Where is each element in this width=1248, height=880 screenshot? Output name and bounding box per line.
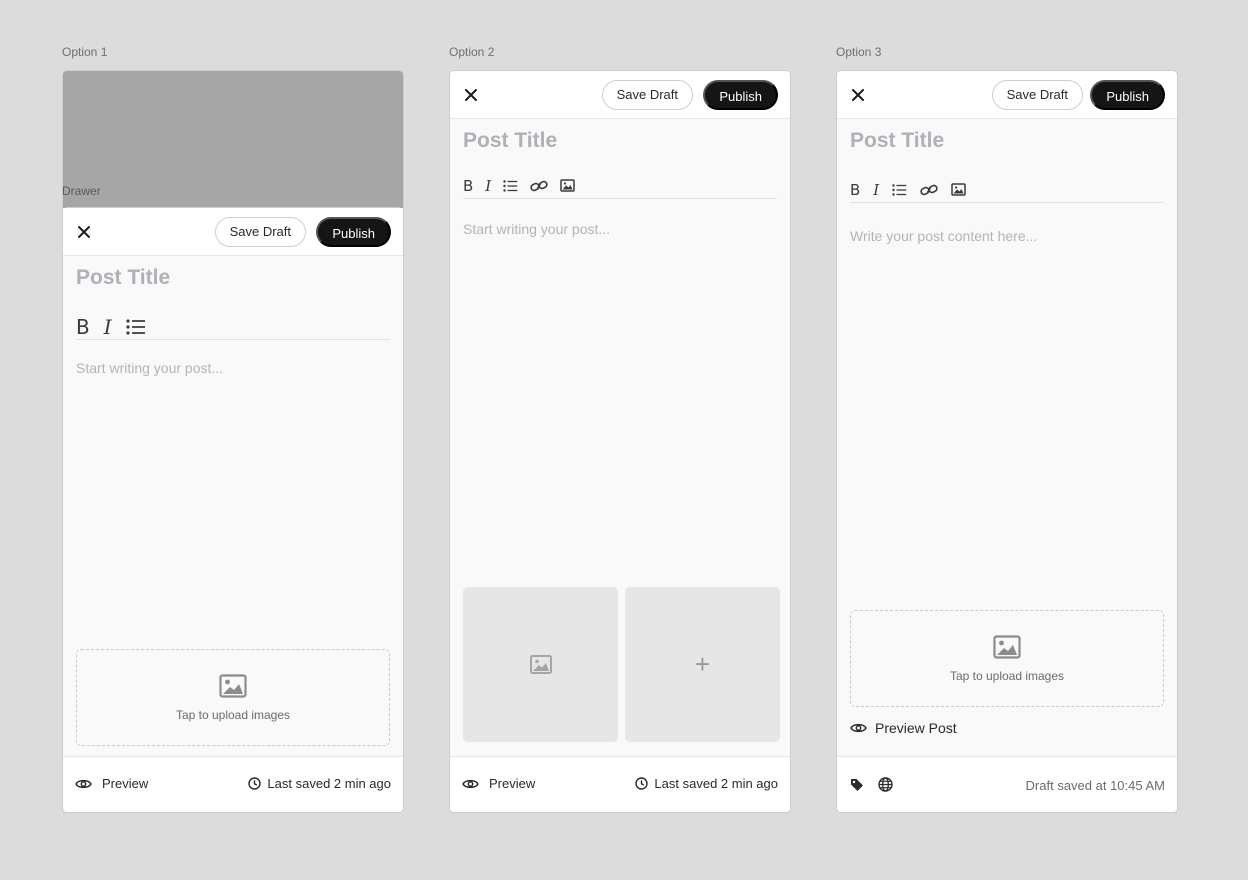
post-body-input[interactable]: Start writing your post... [463,221,610,237]
italic-icon: I [485,176,492,195]
clock-icon [248,777,262,790]
save-draft-button[interactable]: Save Draft [601,80,693,110]
option1-frame: Drawer Save Draft Publish Post Title B I… [62,70,404,813]
editor-footer: Draft saved at 10:45 AM [837,756,1177,812]
image-insert-button[interactable] [951,183,966,196]
plus-icon: + [694,649,711,679]
link-button[interactable] [530,180,548,192]
preview-button[interactable]: Preview [462,776,535,791]
close-icon [465,89,477,101]
image-insert-button[interactable] [560,179,575,192]
tag-button[interactable] [850,778,864,797]
editor-header: Save Draft Publish [63,208,403,256]
eye-icon [75,779,92,788]
close-icon [852,89,864,101]
last-saved-status: Last saved 2 min ago [248,776,391,791]
bold-button[interactable]: B [463,177,473,195]
option-label-2: Option 2 [449,45,495,59]
save-draft-button[interactable]: Save Draft [214,217,306,247]
image-icon [219,673,247,698]
preview-button[interactable]: Preview [75,776,148,791]
link-icon [920,184,938,195]
option2-frame: Save Draft Publish Post Title B I Start … [449,70,791,813]
add-image-button[interactable]: + [625,587,780,742]
eye-icon [462,779,479,788]
publish-button[interactable]: Publish [703,80,778,110]
upload-text: Tap to upload images [175,707,291,722]
link-icon [530,180,548,191]
last-saved-status: Last saved 2 min ago [635,776,778,791]
upload-text: Tap to upload images [949,668,1065,683]
image-upload-area[interactable]: Tap to upload images [850,610,1164,707]
last-saved-text: Last saved 2 min ago [267,776,391,791]
close-button[interactable] [462,86,480,104]
list-icon [126,318,145,335]
save-draft-button[interactable]: Save Draft [991,80,1083,110]
option-label-3: Option 3 [836,45,882,59]
list-icon [503,179,518,192]
clock-icon [635,777,649,790]
format-toolbar: B I [463,173,777,199]
bold-icon: B [850,180,861,199]
preview-post-label: Preview Post [875,720,957,736]
bold-icon: B [76,314,90,339]
post-title-input[interactable]: Post Title [463,129,557,153]
publish-button[interactable]: Publish [316,217,391,247]
list-icon [892,183,907,196]
preview-label: Preview [489,776,536,791]
list-button[interactable] [892,183,907,196]
eye-icon [850,723,867,733]
post-title-input[interactable]: Post Title [850,129,944,153]
option3-frame: Save Draft Publish Post Title B I Write … [836,70,1178,813]
italic-button[interactable]: I [873,181,879,199]
close-button[interactable] [849,86,867,104]
list-button[interactable] [126,318,146,335]
preview-post-button[interactable]: Preview Post [850,720,957,736]
preview-label: Preview [102,776,149,791]
globe-icon [878,777,893,792]
editor-footer: Preview Last saved 2 min ago [63,756,403,812]
draft-saved-status: Draft saved at 10:45 AM [1025,778,1165,793]
italic-icon: I [103,314,112,339]
post-title-input[interactable]: Post Title [76,266,170,290]
italic-button[interactable]: I [485,177,491,195]
bold-icon: B [463,176,474,195]
tag-icon [851,778,863,791]
bold-button[interactable]: B [850,181,860,199]
image-icon [993,634,1021,659]
drawer-label: Drawer [62,184,101,198]
list-button[interactable] [503,179,518,192]
editor-drawer: Save Draft Publish Post Title B I Start … [63,207,403,812]
format-toolbar: B I [76,314,390,340]
image-icon [560,179,575,192]
publish-button[interactable]: Publish [1090,80,1165,110]
image-icon [529,655,552,674]
image-upload-area[interactable]: Tap to upload images [76,649,390,746]
option-label-1: Option 1 [62,45,108,59]
close-button[interactable] [75,223,93,241]
post-body-input[interactable]: Start writing your post... [76,360,223,376]
image-icon [951,183,966,196]
italic-button[interactable]: I [104,315,112,339]
close-icon [78,226,90,238]
editor-footer: Preview Last saved 2 min ago [450,756,790,812]
link-button[interactable] [920,184,938,196]
last-saved-text: Last saved 2 min ago [654,776,778,791]
italic-icon: I [873,180,880,199]
editor-header: Save Draft Publish [837,71,1177,119]
post-body-input[interactable]: Write your post content here... [850,228,1037,244]
editor-header: Save Draft Publish [450,71,790,119]
image-thumbnail[interactable] [463,587,618,742]
visibility-button[interactable] [878,777,893,797]
format-toolbar: B I [850,177,1164,203]
footer-actions [850,777,893,797]
bold-button[interactable]: B [76,315,90,339]
